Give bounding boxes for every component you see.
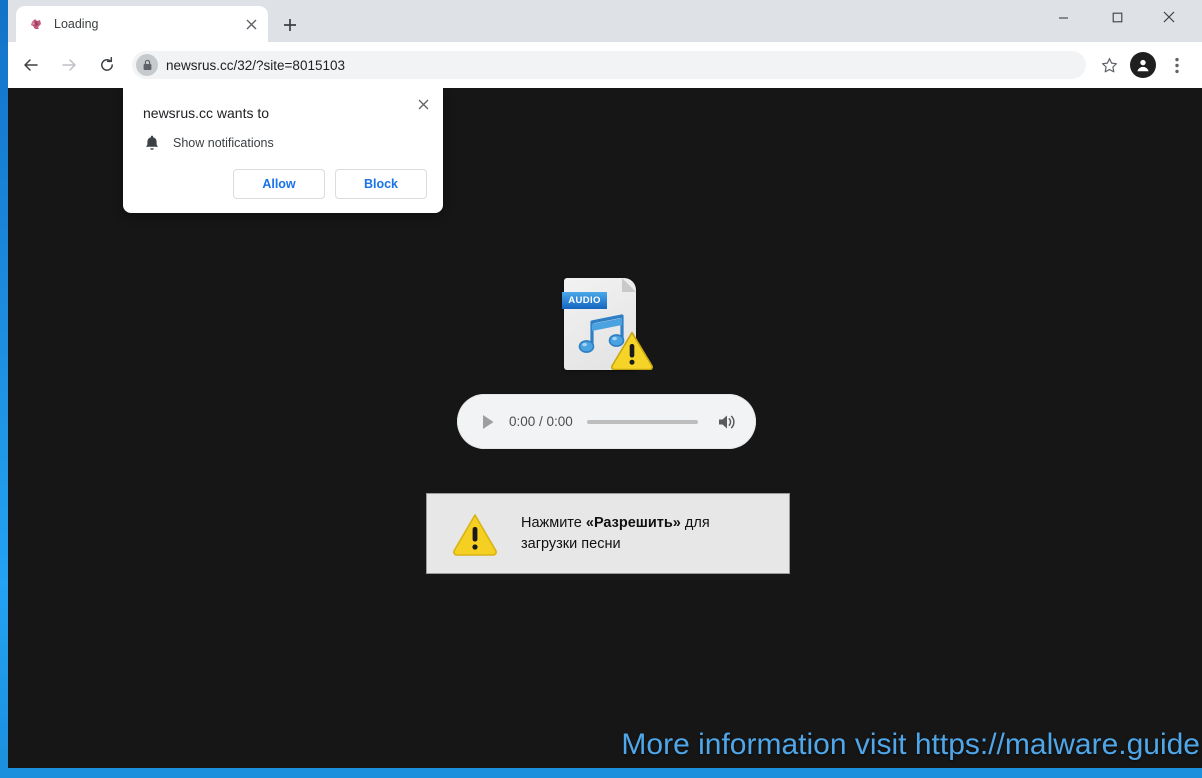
pink-blot-favicon <box>28 16 44 32</box>
instruction-text: Нажмите «Разрешить» для загрузки песни <box>521 513 710 554</box>
page-fold-corner <box>622 278 636 292</box>
three-dot-menu-icon[interactable] <box>1162 50 1192 80</box>
tab-close-icon[interactable] <box>240 13 262 35</box>
instruction-line1-suffix: для <box>680 514 710 531</box>
reload-icon[interactable] <box>92 50 122 80</box>
tab-strip: Loading <box>8 0 1202 42</box>
audio-time-display: 0:00 / 0:00 <box>509 414 573 429</box>
star-icon[interactable] <box>1094 50 1124 80</box>
instruction-line1-bold: «Разрешить» <box>585 514 681 531</box>
back-arrow-icon[interactable] <box>16 50 46 80</box>
browser-window: Loading newsrus.cc/32/?site=8015103 AUDI… <box>8 0 1202 768</box>
warning-triangle-icon <box>611 331 653 370</box>
instruction-line2: загрузки песни <box>521 535 621 552</box>
permission-dialog-actions: Allow Block <box>233 169 427 199</box>
browser-toolbar: newsrus.cc/32/?site=8015103 <box>8 42 1202 88</box>
block-button[interactable]: Block <box>335 169 427 199</box>
play-icon[interactable] <box>475 409 501 435</box>
close-icon[interactable] <box>411 92 435 116</box>
new-tab-button[interactable] <box>276 11 304 39</box>
instruction-box: Нажмите «Разрешить» для загрузки песни <box>426 493 790 574</box>
notification-permission-dialog: newsrus.cc wants to Show notifications A… <box>123 88 443 213</box>
permission-request-label: Show notifications <box>173 136 274 150</box>
warning-triangle-icon <box>453 513 497 556</box>
lock-icon[interactable] <box>136 54 158 76</box>
permission-request-row: Show notifications <box>143 134 274 152</box>
window-close-button[interactable] <box>1146 0 1192 34</box>
window-maximize-button[interactable] <box>1094 0 1140 34</box>
account-avatar-icon[interactable] <box>1128 50 1158 80</box>
tab-title: Loading <box>54 17 99 31</box>
volume-icon[interactable] <box>714 409 740 435</box>
avatar[interactable] <box>1130 52 1156 78</box>
seek-slider[interactable] <box>586 419 698 424</box>
window-minimize-button[interactable] <box>1040 0 1086 34</box>
audio-file-icon: AUDIO <box>562 278 654 376</box>
bell-icon <box>146 135 158 150</box>
permission-dialog-title: newsrus.cc wants to <box>143 105 270 121</box>
forward-arrow-icon <box>54 50 84 80</box>
audio-badge: AUDIO <box>562 292 607 309</box>
allow-button[interactable]: Allow <box>233 169 325 199</box>
audio-player[interactable]: 0:00 / 0:00 <box>457 394 756 449</box>
browser-tab[interactable]: Loading <box>16 6 268 42</box>
instruction-line1-prefix: Нажмите <box>521 514 586 531</box>
watermark-text: More information visit https://malware.g… <box>621 728 1200 761</box>
url-text[interactable]: newsrus.cc/32/?site=8015103 <box>166 58 345 73</box>
address-bar[interactable]: newsrus.cc/32/?site=8015103 <box>132 51 1086 79</box>
page-viewport: AUDIO 0:00 / 0:00 Нажмите «Разрешить» дл… <box>8 88 1202 768</box>
